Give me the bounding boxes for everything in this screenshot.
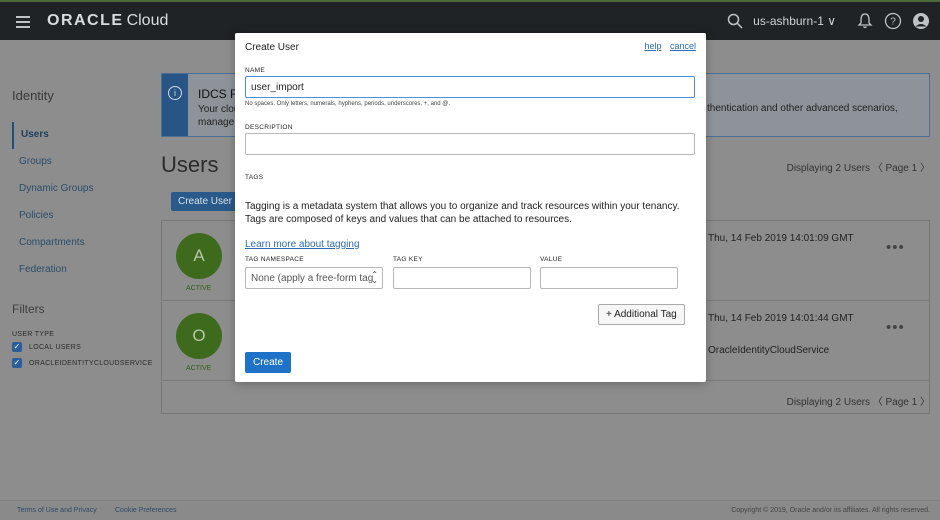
help-link[interactable]: help	[644, 41, 661, 51]
description-field[interactable]	[245, 133, 695, 155]
additional-tag-button[interactable]: + Additional Tag	[598, 304, 685, 325]
sidebar-item-users[interactable]: Users	[12, 122, 93, 149]
tag-key-field[interactable]	[393, 267, 531, 289]
brand-secondary: Cloud	[126, 12, 169, 29]
select-value: None (apply a free-form tag	[251, 273, 374, 284]
page-title: Users	[161, 152, 219, 177]
description-label: DESCRIPTION	[245, 124, 293, 131]
more-actions-icon[interactable]: •••	[886, 319, 905, 336]
name-label: NAME	[245, 67, 265, 74]
bell-icon[interactable]	[856, 12, 874, 30]
create-button[interactable]: Create	[245, 352, 292, 373]
sidebar-item-compartments[interactable]: Compartments	[12, 230, 93, 257]
filters-heading: Filters	[12, 302, 45, 316]
local-users-filter[interactable]: ✓ LOCAL USERS	[12, 342, 81, 352]
sidebar-item-dynamic-groups[interactable]: Dynamic Groups	[12, 176, 93, 203]
svg-text:?: ?	[890, 17, 896, 28]
checkbox-label: ORACLEIDENTITYCLOUDSERVICE	[29, 359, 153, 367]
profile-icon[interactable]	[912, 12, 930, 30]
more-actions-icon[interactable]: •••	[886, 239, 905, 256]
user-type-label: USER TYPE	[12, 331, 55, 338]
footer: Terms of Use and Privacy Cookie Preferen…	[0, 500, 940, 520]
avatar: A	[176, 233, 222, 279]
info-icon: i	[168, 86, 182, 100]
tag-value-field[interactable]	[540, 267, 678, 289]
banner-text: Your clou	[198, 104, 240, 115]
created-date: Thu, 14 Feb 2019 14:01:44 GMT	[708, 313, 854, 324]
identity-provider: OracleIdentityCloudService	[708, 345, 830, 356]
sidebar-item-policies[interactable]: Policies	[12, 203, 93, 230]
brand-primary: ORACLE	[47, 12, 124, 29]
select-arrows-icon: ⌃ ⌄	[371, 270, 378, 285]
tags-description: Tagging is a metadata system that allows…	[245, 201, 680, 225]
region-selector[interactable]: us-ashburn-1 ∨	[753, 14, 836, 28]
status-badge: ACTIVE	[186, 285, 212, 292]
checkbox-label: LOCAL USERS	[29, 343, 82, 351]
status-badge: ACTIVE	[186, 365, 212, 372]
name-hint: No spaces. Only letters, numerals, hyphe…	[245, 101, 451, 107]
created-date: Thu, 14 Feb 2019 14:01:09 GMT	[708, 233, 854, 244]
checkbox-checked-icon[interactable]: ✓	[12, 342, 22, 352]
sidebar-title: Identity	[12, 88, 54, 103]
learn-more-link[interactable]: Learn more about tagging	[245, 239, 360, 250]
checkbox-checked-icon[interactable]: ✓	[12, 358, 22, 368]
pagination-top[interactable]: Displaying 2 Users 〈 Page 1 〉	[787, 159, 930, 174]
sidebar-item-groups[interactable]: Groups	[12, 149, 93, 176]
help-icon[interactable]: ?	[884, 12, 902, 30]
value-label: VALUE	[540, 256, 563, 263]
banner-text: thentication and other advanced scenario…	[707, 103, 898, 114]
tag-namespace-label: TAG NAMESPACE	[245, 256, 304, 263]
oracle-cloud-logo[interactable]: ORACLE Cloud	[47, 12, 168, 30]
dialog-title: Create User	[245, 42, 299, 53]
search-icon[interactable]	[727, 13, 743, 29]
cookie-preferences-link[interactable]: Cookie Preferences	[115, 507, 176, 514]
name-field[interactable]	[245, 76, 695, 98]
terms-link[interactable]: Terms of Use and Privacy	[17, 507, 97, 514]
create-user-button[interactable]: Create User	[171, 192, 239, 211]
cancel-link[interactable]: cancel	[670, 41, 696, 51]
sidebar-item-federation[interactable]: Federation	[12, 257, 93, 284]
tag-key-label: TAG KEY	[393, 256, 423, 263]
copyright: Copyright © 2019, Oracle and/or its affi…	[731, 507, 930, 514]
tag-namespace-select[interactable]: None (apply a free-form tag ⌃ ⌄	[245, 267, 383, 289]
create-user-dialog: Create User help cancel NAME No spaces. …	[235, 33, 706, 382]
tags-label: TAGS	[245, 174, 264, 181]
idcs-users-filter[interactable]: ✓ ORACLEIDENTITYCLOUDSERVICE	[12, 358, 153, 368]
pagination-bottom[interactable]: Displaying 2 Users 〈 Page 1 〉	[787, 393, 930, 408]
menu-icon[interactable]	[16, 16, 30, 28]
avatar: O	[176, 313, 222, 359]
identity-sidebar: Identity Users Groups Dynamic Groups Pol…	[0, 40, 153, 500]
banner-text: manage	[198, 117, 235, 128]
